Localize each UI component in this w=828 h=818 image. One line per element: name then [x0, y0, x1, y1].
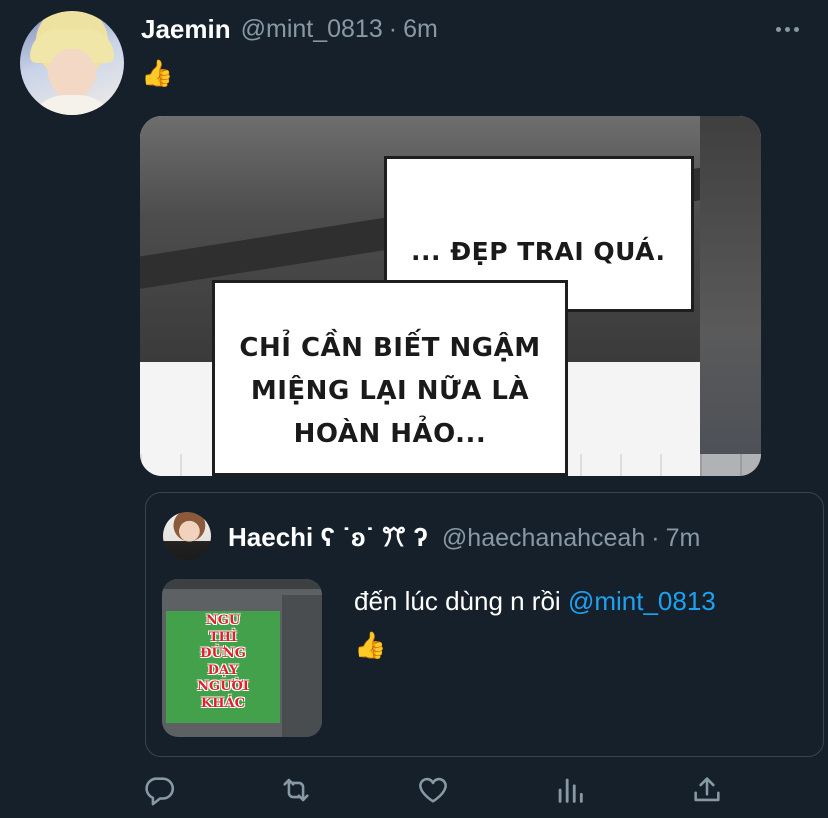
quoted-author-avatar[interactable] [163, 512, 211, 560]
analytics-icon[interactable] [550, 770, 590, 810]
speech-line: CHỈ CẦN BIẾT NGẬM [239, 333, 541, 363]
quoted-author-handle: @haechanahceah [441, 523, 646, 552]
reply-icon[interactable] [140, 770, 180, 810]
author-handle[interactable]: @mint_0813 [241, 15, 383, 44]
avatar-shirt [26, 95, 118, 115]
quoted-media-caption: NGU THÌ ĐỪNG DẠY NGƯỜI KHÁC [166, 613, 280, 712]
author-avatar[interactable] [20, 11, 124, 115]
header-separator: · [388, 14, 398, 43]
mention-link[interactable]: @mint_0813 [568, 586, 716, 616]
caption-line: KHÁC [200, 695, 245, 711]
caption-line: DẠY [207, 662, 239, 678]
share-icon[interactable] [687, 770, 727, 810]
media-right-strip [700, 116, 761, 476]
quoted-text-line-1: đến lúc dùng n rồi @mint_0813 [354, 579, 716, 623]
tweet-text: 👍 [141, 58, 174, 88]
more-icon[interactable] [770, 18, 804, 40]
quoted-tweet-header: Haechi ʕ ˙ʚ˙ ꔫ ʔ @haechanahceah · 7m [228, 521, 700, 555]
quoted-tweet-timestamp: 7m [665, 523, 701, 552]
speech-line: MIỆNG LẠI NỮA LÀ [250, 376, 530, 406]
caption-line: THÌ [208, 629, 238, 645]
tweet-actions [140, 770, 740, 810]
quoted-media-sidebar [282, 595, 322, 737]
caption-line: NGU [205, 613, 241, 628]
tweet-header: Jaemin @mint_0813 · 6m [141, 14, 438, 44]
speech-bubble-bottom: CHỈ CẦN BIẾT NGẬM MIỆNG LẠI NỮA LÀ HOÀN … [212, 280, 568, 476]
caption-line: NGƯỜI [197, 679, 249, 694]
tweet[interactable]: Jaemin @mint_0813 · 6m 👍 ... ĐẸP TRAI QU… [0, 0, 828, 818]
tweet-timestamp[interactable]: 6m [403, 15, 438, 44]
like-icon[interactable] [413, 770, 453, 810]
quoted-header-separator: · [651, 523, 660, 552]
quoted-tweet-text: đến lúc dùng n rồi @mint_0813 👍 [354, 579, 716, 667]
quoted-media-topbar [162, 579, 322, 589]
speech-line: HOÀN HẢO... [293, 419, 487, 449]
tweet-media-image[interactable]: ... ĐẸP TRAI QUÁ. CHỈ CẦN BIẾT NGẬM MIỆN… [140, 116, 761, 476]
avatar-face [50, 49, 94, 99]
speech-bubble-top-text: ... ĐẸP TRAI QUÁ. [411, 237, 666, 266]
retweet-icon[interactable] [276, 770, 316, 810]
more-dot [775, 26, 781, 32]
quoted-tweet[interactable]: Haechi ʕ ˙ʚ˙ ꔫ ʔ @haechanahceah · 7m NGU… [145, 492, 824, 757]
caption-line: ĐỪNG [200, 646, 246, 661]
quoted-text-line-2: 👍 [354, 630, 387, 660]
quoted-text-body: đến lúc dùng n rồi [354, 586, 568, 616]
quoted-author-display-name: Haechi ʕ ˙ʚ˙ ꔫ ʔ [228, 522, 428, 552]
more-dot [793, 26, 799, 32]
author-display-name[interactable]: Jaemin [141, 14, 231, 45]
quoted-tweet-media-image[interactable]: NGU THÌ ĐỪNG DẠY NGƯỜI KHÁC [162, 579, 322, 737]
speech-bubble-bottom-text: CHỈ CẦN BIẾT NGẬM MIỆNG LẠI NỮA LÀ HOÀN … [215, 327, 565, 456]
more-dot [784, 26, 790, 32]
